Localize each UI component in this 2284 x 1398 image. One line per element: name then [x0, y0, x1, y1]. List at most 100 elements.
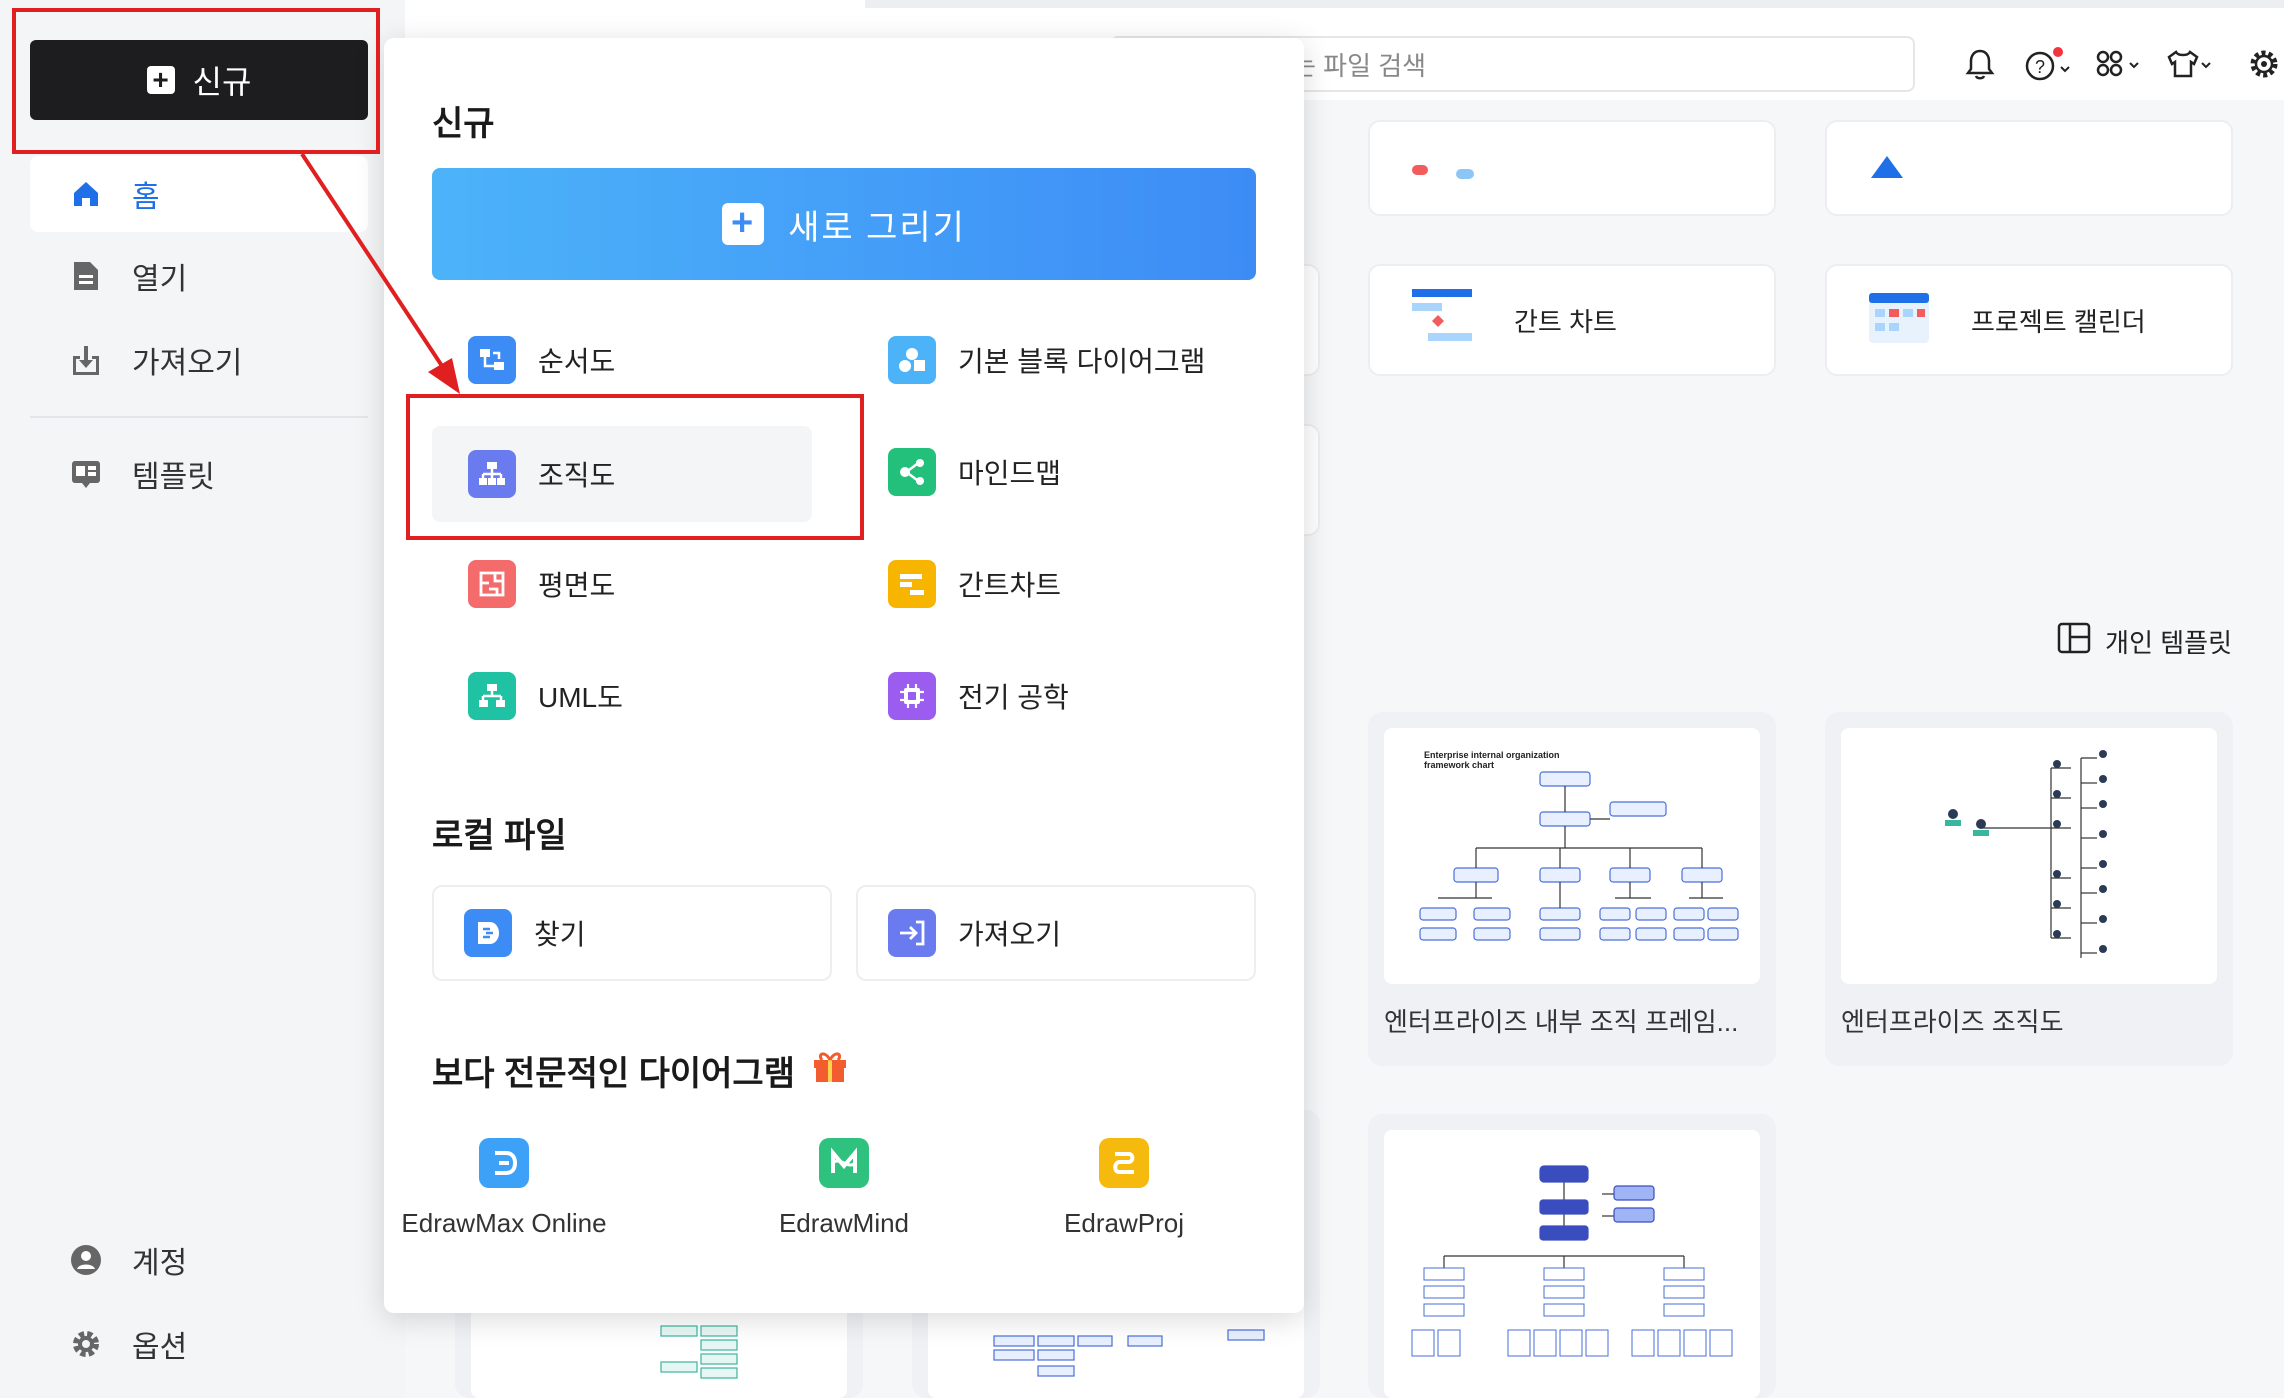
- new-drawing-label: 새로 그리기: [788, 208, 966, 247]
- sidebar-item-label: 계정: [132, 1247, 188, 1280]
- option-flowchart[interactable]: 순서도: [432, 312, 832, 408]
- gantt-card-label: 간트 차트: [1514, 306, 1617, 337]
- calendar-card-label: 프로젝트 캘린더: [1971, 306, 2146, 337]
- personal-templates-label: 개인 템플릿: [2105, 628, 2232, 658]
- plus-icon: +: [722, 203, 765, 245]
- option-label: 순서도: [538, 346, 616, 377]
- gantt-card[interactable]: 간트 차트: [1368, 264, 1776, 376]
- option-label: 기본 블록 다이어그램: [958, 346, 1206, 377]
- local-find-label: 찾기: [534, 919, 586, 950]
- app-edrawmind[interactable]: EdrawMind: [724, 1138, 964, 1239]
- local-find-button[interactable]: 찾기: [432, 885, 832, 981]
- home-icon: [70, 178, 102, 210]
- sidebar-item-account[interactable]: 계정: [30, 1222, 368, 1298]
- new-button-label: 신규: [192, 64, 252, 100]
- app-edrawproj[interactable]: EdrawProj: [1004, 1138, 1244, 1239]
- template-thumbnail: [1841, 728, 2217, 984]
- flowchart-icon: [468, 336, 516, 384]
- option-electrical[interactable]: 전기 공학: [852, 648, 1252, 744]
- pro-diagrams-title: 보다 전문적인 다이어그램: [432, 1046, 849, 1095]
- option-label: 마인드맵: [958, 458, 1062, 489]
- help-icon[interactable]: ?: [2022, 44, 2074, 84]
- pro-diagrams-label: 보다 전문적인 다이어그램: [432, 1055, 795, 1093]
- gantt-icon: [1410, 285, 1474, 356]
- bell-icon[interactable]: [1960, 44, 2000, 84]
- diagram-icon: [1410, 145, 1490, 192]
- gear-icon: [70, 1328, 102, 1360]
- local-import-label: 가져오기: [958, 919, 1062, 950]
- template-card-bottom-3[interactable]: [1368, 1114, 1776, 1398]
- panel-title: 신규: [432, 105, 495, 143]
- document-icon: [70, 260, 102, 292]
- sidebar-divider: [30, 416, 368, 418]
- svg-text:?: ?: [2035, 57, 2045, 77]
- sidebar-item-templates[interactable]: 템플릿: [30, 436, 368, 512]
- mindmap-icon: [888, 448, 936, 496]
- apps-grid-icon[interactable]: [2094, 44, 2144, 84]
- uml-icon: [468, 672, 516, 720]
- option-mindmap[interactable]: 마인드맵: [852, 424, 1252, 520]
- option-label: UML도: [538, 682, 623, 713]
- sidebar-item-label: 옵션: [132, 1331, 188, 1364]
- sidebar-item-label: 열기: [132, 263, 188, 296]
- import-icon: [70, 344, 102, 376]
- sidebar-item-label: 홈: [132, 181, 160, 214]
- orgchart-thumbnail: [1945, 750, 2107, 958]
- recent-card-partial-2[interactable]: [1825, 120, 2233, 216]
- orgchart-thumbnail: [1419, 771, 1739, 941]
- sidebar: + 신규 홈 열기 가져오기 템플릿 계정 옵션: [0, 0, 405, 1398]
- gift-icon: [811, 1048, 849, 1093]
- template-card-enterprise-orgchart[interactable]: 엔터프라이즈 조직도: [1825, 712, 2233, 1066]
- personal-templates-button[interactable]: 개인 템플릿: [2057, 622, 2232, 661]
- new-drawing-button[interactable]: + 새로 그리기: [432, 168, 1256, 280]
- option-label: 조직도: [538, 460, 616, 491]
- option-uml[interactable]: UML도: [432, 648, 832, 744]
- basic-block-icon: [888, 336, 936, 384]
- local-files-title: 로컬 파일: [432, 817, 567, 855]
- sidebar-item-import[interactable]: 가져오기: [30, 322, 368, 398]
- template-title: 엔터프라이즈 조직도: [1841, 1007, 2064, 1037]
- app-label: EdrawMax Online: [401, 1208, 607, 1238]
- app-edrawmax-online[interactable]: EdrawMax Online: [384, 1138, 624, 1239]
- layout-icon: [2057, 622, 2091, 661]
- option-label: 평면도: [538, 570, 616, 601]
- template-title: 엔터프라이즈 내부 조직 프레임...: [1384, 1007, 1739, 1037]
- local-import-button[interactable]: 가져오기: [856, 885, 1256, 981]
- option-orgchart[interactable]: 조직도: [432, 426, 812, 522]
- edrawmax-icon: [479, 1138, 529, 1188]
- option-gantt[interactable]: 간트차트: [852, 536, 1252, 632]
- calendar-card[interactable]: 프로젝트 캘린더: [1825, 264, 2233, 376]
- edrawmind-icon: [819, 1138, 869, 1188]
- find-icon: [464, 909, 512, 957]
- app-label: EdrawProj: [1064, 1208, 1184, 1238]
- sidebar-item-label: 템플릿: [132, 461, 215, 494]
- plus-icon: +: [146, 66, 175, 94]
- new-button[interactable]: + 신규: [30, 40, 368, 120]
- app-label: EdrawMind: [778, 1208, 910, 1238]
- sidebar-item-home[interactable]: 홈: [30, 156, 368, 232]
- triangle-icon: [1867, 150, 1907, 187]
- electrical-icon: [888, 672, 936, 720]
- template-thumbnail: [1384, 1130, 1760, 1398]
- import-file-icon: [888, 909, 936, 957]
- sidebar-item-options[interactable]: 옵션: [30, 1306, 368, 1382]
- new-dropdown-panel: 신규 + 새로 그리기 순서도 기본 블록 다이어그램 조직도 마인드맵 평면도: [384, 38, 1304, 1313]
- sidebar-item-label: 가져오기: [132, 347, 243, 380]
- option-basic-block[interactable]: 기본 블록 다이어그램: [852, 312, 1252, 408]
- template-icon: [70, 458, 102, 490]
- shirt-icon[interactable]: [2164, 44, 2216, 84]
- calendar-icon: [1867, 289, 1931, 352]
- template-card-enterprise-framework[interactable]: Enterprise internal organization framewo…: [1368, 712, 1776, 1066]
- sidebar-item-open[interactable]: 열기: [30, 238, 368, 314]
- account-icon: [70, 1244, 102, 1276]
- gantt-chart-icon: [888, 560, 936, 608]
- recent-card-partial-1[interactable]: [1368, 120, 1776, 216]
- option-label: 전기 공학: [958, 682, 1069, 713]
- edrawproj-icon: [1099, 1138, 1149, 1188]
- orgchart-icon: [468, 450, 516, 498]
- settings-icon[interactable]: [2244, 44, 2284, 84]
- floorplan-icon: [468, 560, 516, 608]
- option-label: 간트차트: [958, 570, 1062, 601]
- top-strip: [865, 0, 2284, 8]
- option-floorplan[interactable]: 평면도: [432, 536, 832, 632]
